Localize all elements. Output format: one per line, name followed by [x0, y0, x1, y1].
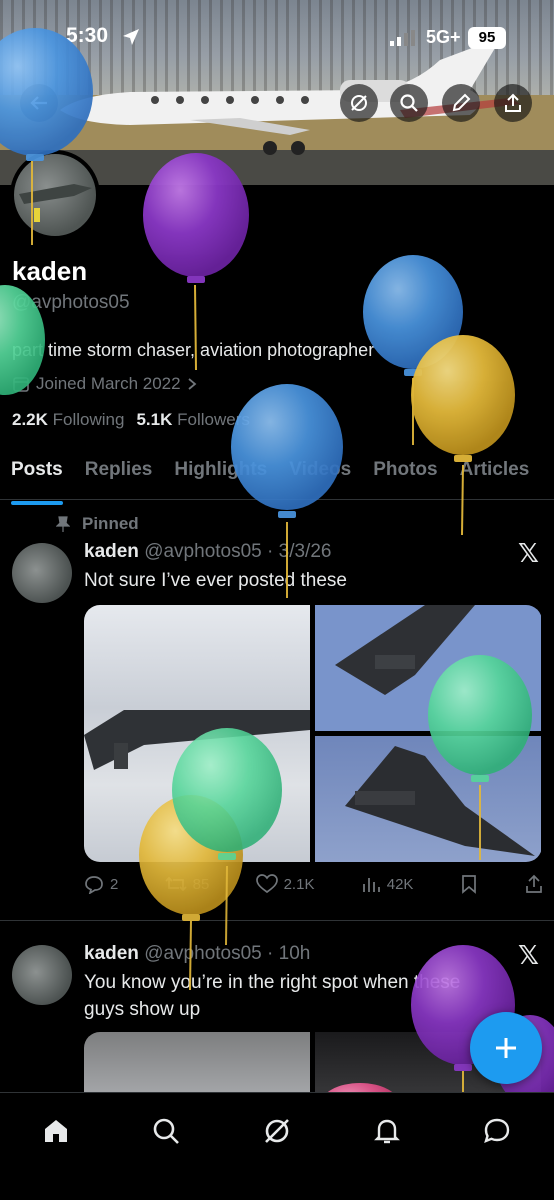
- followers-label: Followers: [177, 410, 250, 429]
- post-text: You know you’re in the right spot when t…: [84, 972, 461, 1020]
- location-arrow-icon: [123, 29, 139, 45]
- network-type: 5G+: [426, 27, 461, 47]
- repost-count: 85: [192, 875, 210, 893]
- nav-notifications[interactable]: [367, 1111, 407, 1151]
- share-icon: [526, 874, 542, 893]
- like-button[interactable]: 2.1K: [255, 874, 315, 894]
- post-text: Not sure I’ve ever posted these: [84, 570, 347, 591]
- status-time: 5:30: [66, 24, 109, 47]
- views-button[interactable]: 42K: [361, 874, 414, 894]
- follow-stats: 2.2K Following 5.1K Followers: [12, 410, 250, 430]
- compose-button[interactable]: [470, 1012, 542, 1084]
- heart-icon: [255, 874, 278, 894]
- nav-home[interactable]: [36, 1111, 76, 1151]
- signal-icon: [390, 30, 415, 46]
- calendar-icon: [13, 377, 29, 392]
- share-icon: [505, 93, 521, 112]
- post-author-handle[interactable]: @avphotos05: [144, 943, 262, 964]
- profile-name: kaden: [12, 256, 88, 286]
- profile-avatar[interactable]: [10, 150, 100, 240]
- battery-indicator: 95: [468, 27, 506, 49]
- nav-grok[interactable]: [257, 1111, 297, 1151]
- pin-icon: [56, 516, 70, 532]
- media-image-1[interactable]: [84, 605, 310, 862]
- tab-replies[interactable]: Replies: [74, 448, 164, 499]
- chevron-right-icon: [188, 378, 196, 390]
- profile-tabs: Posts Replies Highlights Videos Photos A…: [0, 448, 554, 505]
- home-icon: [45, 1120, 67, 1142]
- following-count: 2.2K: [12, 410, 48, 429]
- media-image-2[interactable]: [315, 605, 541, 731]
- bottom-nav: [0, 1092, 554, 1200]
- bell-icon: [374, 1119, 400, 1144]
- post-author-handle[interactable]: @avphotos05: [144, 541, 262, 562]
- grok-button[interactable]: [340, 84, 378, 122]
- bookmark-button[interactable]: [460, 874, 478, 894]
- repost-icon: [165, 876, 187, 892]
- nav-search[interactable]: [146, 1111, 186, 1151]
- analytics-icon: [362, 878, 380, 892]
- back-arrow-icon: [30, 96, 47, 110]
- followers-count: 5.1K: [136, 410, 173, 429]
- post-divider: [0, 920, 554, 921]
- balloon: [411, 335, 515, 536]
- like-count: 2.1K: [283, 875, 315, 893]
- repost-button[interactable]: 85: [165, 874, 210, 894]
- joined-text: Joined March 2022: [36, 374, 181, 393]
- views-count: 42K: [386, 875, 414, 893]
- post-header: kaden @avphotos05 · 10h: [84, 943, 311, 964]
- reply-icon: [85, 876, 103, 894]
- search-profile-button[interactable]: [390, 84, 428, 122]
- pinned-indicator: Pinned: [56, 514, 139, 534]
- reply-count: 2: [110, 875, 119, 893]
- b2-bomber-image: [84, 710, 310, 770]
- followers-link[interactable]: 5.1K Followers: [136, 410, 249, 430]
- post-media-grid: [84, 605, 542, 862]
- profile-bio: part time storm chaser, aviation photogr…: [12, 340, 375, 360]
- b2-bomber-image: [335, 605, 475, 695]
- status-bar: 5:30 5G+ 95: [0, 18, 554, 58]
- message-icon: [484, 1118, 510, 1144]
- grok-icon: [265, 1119, 289, 1143]
- profile-joined[interactable]: Joined March 2022: [12, 374, 197, 394]
- balloon: [363, 255, 463, 445]
- bookmark-icon: [461, 875, 476, 894]
- plus-icon: [496, 1038, 516, 1058]
- search-icon: [153, 1118, 179, 1144]
- reply-button[interactable]: 2: [84, 874, 118, 894]
- following-label: Following: [52, 410, 125, 429]
- grok-icon: [351, 95, 367, 111]
- edit-button[interactable]: [442, 84, 480, 122]
- nav-messages[interactable]: [477, 1111, 517, 1151]
- tab-highlights[interactable]: Highlights: [163, 448, 278, 499]
- post-author-name[interactable]: kaden: [84, 943, 139, 964]
- profile-handle: @avphotos05: [12, 292, 130, 313]
- post-avatar[interactable]: [12, 543, 72, 603]
- x-logo-icon: 𝕏: [518, 940, 539, 970]
- tab-videos[interactable]: Videos: [278, 448, 362, 499]
- tab-articles[interactable]: Articles: [449, 448, 541, 499]
- search-icon: [400, 94, 418, 112]
- b2-bomber-image: [345, 746, 535, 856]
- pinned-label: Pinned: [82, 514, 139, 533]
- post-author-name[interactable]: kaden: [84, 541, 139, 562]
- x-logo-icon: 𝕏: [518, 538, 539, 568]
- balloon: [143, 153, 249, 371]
- post-time[interactable]: 3/3/26: [279, 541, 332, 562]
- tab-posts[interactable]: Posts: [0, 448, 74, 505]
- post-avatar[interactable]: [12, 945, 72, 1005]
- post-time[interactable]: 10h: [279, 943, 311, 964]
- media-image-3[interactable]: [315, 736, 541, 862]
- pencil-icon: [452, 93, 471, 112]
- post-actions: 2 85 2.1K 42K: [84, 874, 544, 894]
- tab-photos[interactable]: Photos: [362, 448, 448, 499]
- post-header: kaden @avphotos05 · 3/3/26: [84, 541, 332, 562]
- share-post-button[interactable]: [524, 874, 544, 894]
- following-link[interactable]: 2.2K Following: [12, 410, 124, 430]
- back-button[interactable]: [20, 84, 58, 122]
- avatar-aircraft-icon: [19, 184, 92, 222]
- share-button[interactable]: [494, 84, 532, 122]
